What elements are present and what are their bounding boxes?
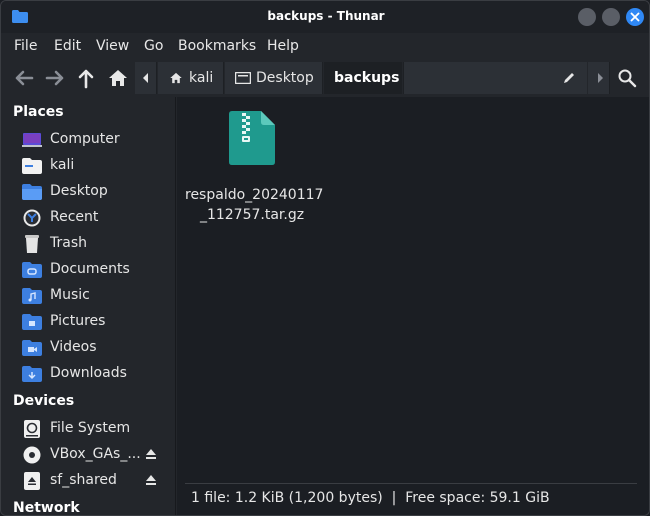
file-name-line1: respaldo_20240117: [185, 187, 324, 203]
trash-icon: [25, 235, 39, 253]
up-arrow-icon[interactable]: [75, 67, 97, 89]
sidebar-item-label: Computer: [50, 131, 120, 147]
menu-bookmarks[interactable]: Bookmarks: [178, 38, 256, 54]
documents-folder-icon: [22, 262, 42, 278]
path-scroll-right-button[interactable]: [588, 62, 610, 94]
file-name-line2: _112757.tar.gz: [199, 207, 305, 223]
computer-icon: [22, 133, 42, 147]
path-segment-label: kali: [189, 70, 214, 86]
sidebar-item-sf-shared[interactable]: sf_shared: [1, 468, 175, 494]
path-entry-field[interactable]: [403, 62, 587, 94]
sidebar-item-label: sf_shared: [50, 472, 117, 488]
back-arrow-icon[interactable]: [13, 67, 35, 89]
sidebar-item-label: kali: [50, 157, 75, 173]
home-folder-icon: [22, 158, 42, 174]
network-header: Network: [13, 500, 80, 516]
home-icon: [170, 72, 182, 84]
file-view[interactable]: respaldo_20240117 _112757.tar.gz 1 file:…: [177, 97, 649, 515]
file-name: respaldo_20240117 _112757.tar.gz: [185, 185, 323, 225]
desktop-icon: [235, 72, 251, 84]
sidebar-item-label: Trash: [50, 235, 87, 251]
menu-view[interactable]: View: [96, 38, 129, 54]
home-icon[interactable]: [107, 67, 129, 89]
sidebar-item-label: Pictures: [50, 313, 106, 329]
statusbar-text: 1 file: 1.2 KiB (1,200 bytes) | Free spa…: [191, 490, 550, 506]
path-bar: kali Desktop backups: [135, 62, 611, 94]
sidebar-item-label: Videos: [50, 339, 97, 355]
menu-help[interactable]: Help: [267, 38, 299, 54]
path-segment-desktop[interactable]: Desktop: [225, 62, 323, 94]
recent-icon: [23, 209, 41, 227]
titlebar[interactable]: backups - Thunar: [1, 1, 649, 33]
path-segment-label: Desktop: [256, 70, 314, 86]
forward-arrow-icon[interactable]: [44, 67, 66, 89]
toolbar: kali Desktop backups: [1, 59, 649, 97]
menubar: File Edit View Go Bookmarks Help: [1, 33, 649, 59]
desktop-folder-icon: [22, 184, 42, 200]
sidebar-item-label: Documents: [50, 261, 130, 277]
videos-folder-icon: [22, 340, 42, 356]
sidebar-item-label: Recent: [50, 209, 99, 225]
close-button[interactable]: [626, 8, 644, 26]
eject-icon[interactable]: [145, 448, 157, 460]
pictures-folder-icon: [22, 314, 42, 330]
sidebar-item-vbox-gas[interactable]: VBox_GAs_...: [1, 442, 175, 468]
path-segment-label: backups: [334, 70, 400, 86]
minimize-button[interactable]: [578, 8, 596, 26]
sidebar-item-file-system[interactable]: File System: [1, 416, 175, 442]
sidebar-item-computer[interactable]: Computer: [1, 127, 175, 153]
devices-header: Devices: [13, 393, 75, 409]
archive-icon: [229, 111, 275, 165]
sidebar-item-trash[interactable]: Trash: [1, 231, 175, 257]
sidebar-item-recent[interactable]: Recent: [1, 205, 175, 231]
sidebar-item-label: Downloads: [50, 365, 127, 381]
sidebar-item-desktop[interactable]: Desktop: [1, 179, 175, 205]
sidebar-item-pictures[interactable]: Pictures: [1, 309, 175, 335]
drive-icon: [24, 420, 40, 438]
path-segment-backups[interactable]: backups: [324, 62, 402, 94]
menu-file[interactable]: File: [14, 38, 37, 54]
window-title: backups - Thunar: [267, 9, 385, 23]
sidebar-item-label: Desktop: [50, 183, 108, 199]
sidebar-item-videos[interactable]: Videos: [1, 335, 175, 361]
path-segment-kali[interactable]: kali: [158, 62, 224, 94]
search-icon[interactable]: [617, 68, 637, 88]
sidebar-item-label: Music: [50, 287, 90, 303]
music-folder-icon: [22, 288, 42, 304]
edit-pencil-icon[interactable]: [562, 71, 576, 85]
sidebar-item-label: File System: [50, 420, 131, 436]
maximize-button[interactable]: [602, 8, 620, 26]
menu-go[interactable]: Go: [144, 38, 163, 54]
sidebar-item-downloads[interactable]: Downloads: [1, 361, 175, 387]
sidebar: Places Computer kali Desktop Recent Tras…: [1, 97, 176, 516]
sidebar-item-music[interactable]: Music: [1, 283, 175, 309]
removable-drive-icon: [24, 472, 40, 490]
eject-icon[interactable]: [145, 474, 157, 486]
thunar-window: backups - Thunar File Edit View Go Bookm…: [0, 0, 650, 516]
sidebar-item-documents[interactable]: Documents: [1, 257, 175, 283]
places-header: Places: [13, 104, 64, 120]
path-scroll-left-button[interactable]: [135, 62, 157, 94]
chevron-left-icon: [143, 73, 148, 83]
close-icon: [630, 12, 640, 22]
downloads-folder-icon: [22, 366, 42, 382]
statusbar-divider: [185, 483, 637, 484]
chevron-right-icon: [598, 73, 603, 83]
menu-edit[interactable]: Edit: [54, 38, 81, 54]
sidebar-item-kali[interactable]: kali: [1, 153, 175, 179]
optical-disc-icon: [23, 446, 41, 464]
sidebar-item-label: VBox_GAs_...: [50, 446, 141, 462]
